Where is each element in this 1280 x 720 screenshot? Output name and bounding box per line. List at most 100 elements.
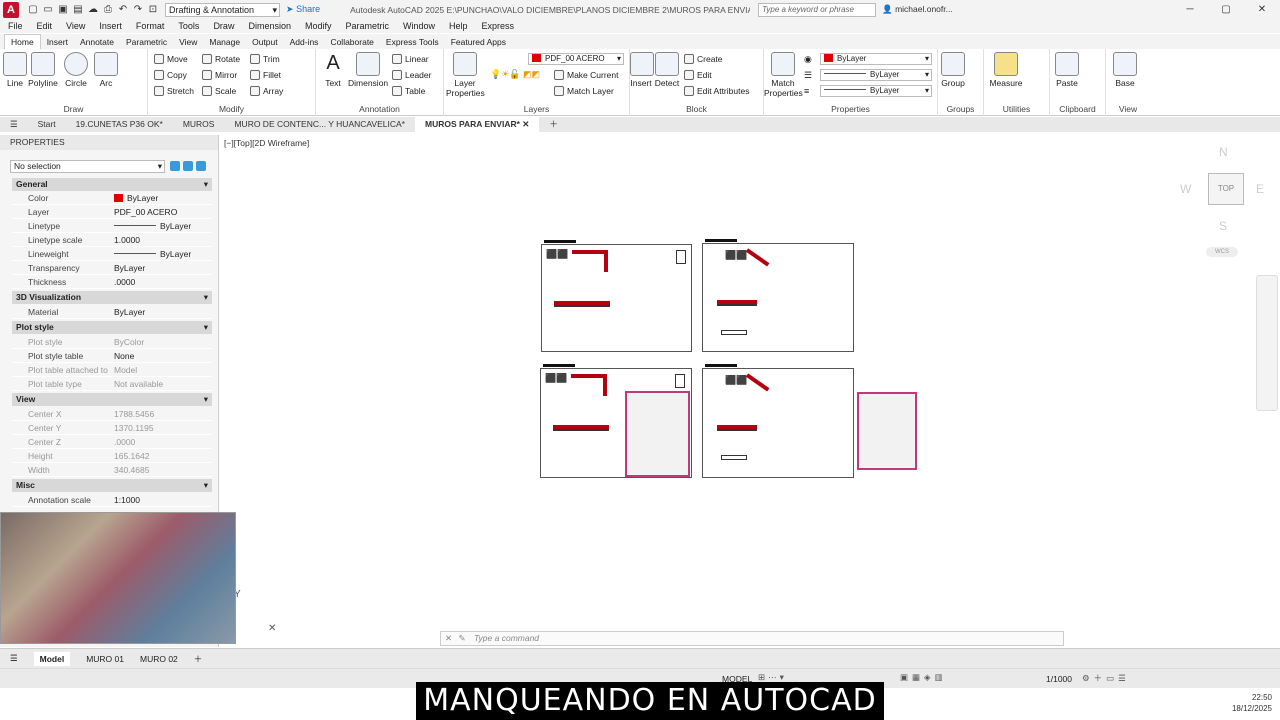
- line-button[interactable]: Line: [2, 52, 28, 88]
- prop-row[interactable]: Linetype scale 1.0000: [12, 233, 212, 247]
- prop-row[interactable]: Plot style ByColor: [12, 335, 212, 349]
- minimize-button[interactable]: ─: [1172, 0, 1208, 19]
- stretch-button[interactable]: Stretch: [154, 86, 194, 96]
- print-icon[interactable]: ⎙: [102, 4, 114, 16]
- drawing-sheet[interactable]: ⬛⬛: [702, 364, 854, 478]
- group-plot-style[interactable]: Plot style: [12, 321, 212, 334]
- compass-south[interactable]: S: [1219, 219, 1227, 233]
- wcs-menu[interactable]: WCS: [1206, 247, 1238, 257]
- tab-parametric[interactable]: Parametric: [120, 35, 173, 49]
- new-tab-button[interactable]: ＋: [539, 117, 568, 132]
- view-panel-label[interactable]: View: [1106, 104, 1150, 114]
- tab-view[interactable]: View: [173, 35, 203, 49]
- base-view-button[interactable]: Base: [1112, 52, 1138, 88]
- edit-block-button[interactable]: Edit: [684, 70, 712, 80]
- tab-output[interactable]: Output: [246, 35, 284, 49]
- menu-tools[interactable]: Tools: [178, 21, 199, 31]
- menu-dimension[interactable]: Dimension: [248, 21, 291, 31]
- help-search-input[interactable]: Type a keyword or phrase: [758, 2, 877, 17]
- file-tab-cunetas[interactable]: 19.CUNETAS P36 OK*: [66, 117, 173, 132]
- group-3d-visualization[interactable]: 3D Visualization: [12, 291, 212, 304]
- group-button[interactable]: Group: [940, 52, 966, 88]
- insert-block-button[interactable]: Insert: [630, 52, 654, 88]
- file-tab-muros[interactable]: MUROS: [173, 117, 225, 132]
- trim-button[interactable]: Trim: [250, 54, 280, 64]
- save-as-icon[interactable]: ▤: [72, 4, 84, 16]
- drawing-sheet[interactable]: ⬛⬛: [540, 364, 692, 478]
- dimension-button[interactable]: Dimension: [348, 52, 388, 88]
- detect-button[interactable]: Detect: [654, 52, 680, 88]
- layout-tab-model[interactable]: Model: [33, 651, 71, 666]
- menu-window[interactable]: Window: [403, 21, 435, 31]
- menu-edit[interactable]: Edit: [37, 21, 53, 31]
- hamburger-menu-icon[interactable]: ☰: [0, 117, 28, 132]
- compass-west[interactable]: W: [1180, 182, 1191, 196]
- new-file-icon[interactable]: ▢: [27, 4, 39, 16]
- quick-select-icon[interactable]: [196, 161, 206, 171]
- command-customize-icon[interactable]: ✎: [459, 633, 466, 643]
- prop-row[interactable]: Linetype ByLayer: [12, 219, 212, 233]
- rotate-button[interactable]: Rotate: [202, 54, 240, 64]
- prop-row[interactable]: Lineweight ByLayer: [12, 247, 212, 261]
- menu-view[interactable]: View: [66, 21, 85, 31]
- plot-icon[interactable]: ⊡: [147, 4, 159, 16]
- scale-button[interactable]: Scale: [202, 86, 236, 96]
- prop-row[interactable]: Plot style table None: [12, 349, 212, 363]
- make-current-button[interactable]: Make Current: [554, 70, 619, 80]
- fillet-button[interactable]: Fillet: [250, 70, 281, 80]
- share-button[interactable]: ➤ Share: [286, 4, 320, 15]
- menu-modify[interactable]: Modify: [305, 21, 332, 31]
- copy-button[interactable]: Copy: [154, 70, 187, 80]
- measure-button[interactable]: Measure: [988, 52, 1024, 88]
- pdf-underlay-image[interactable]: [625, 391, 690, 477]
- workspace-dropdown[interactable]: Drafting & Annotation: [165, 2, 280, 17]
- select-objects-icon[interactable]: [183, 161, 193, 171]
- properties-ribbon-panel-label[interactable]: Properties: [764, 104, 937, 114]
- menu-format[interactable]: Format: [136, 21, 165, 31]
- status-tools-icon[interactable]: ▣▦◈▥: [900, 672, 947, 683]
- tab-collaborate[interactable]: Collaborate: [324, 35, 379, 49]
- toggle-pickadd-icon[interactable]: [170, 161, 180, 171]
- tab-annotate[interactable]: Annotate: [74, 35, 120, 49]
- close-button[interactable]: ✕: [1244, 0, 1280, 19]
- tab-addins[interactable]: Add-ins: [284, 35, 325, 49]
- menu-file[interactable]: File: [8, 21, 23, 31]
- match-properties-button[interactable]: Match Properties: [764, 52, 803, 98]
- close-command-icon[interactable]: ✕: [445, 633, 452, 643]
- autocad-logo-icon[interactable]: A: [3, 1, 19, 18]
- group-general[interactable]: General: [12, 178, 212, 191]
- menu-parametric[interactable]: Parametric: [346, 21, 390, 31]
- annotation-panel-label[interactable]: Annotation: [316, 104, 443, 114]
- prop-row[interactable]: Thickness .0000: [12, 275, 212, 289]
- prop-row[interactable]: Material ByLayer: [12, 305, 212, 319]
- prop-row[interactable]: Plot table type Not available: [12, 377, 212, 391]
- prop-row[interactable]: Center Y 1370.1195: [12, 421, 212, 435]
- pdf-underlay-image[interactable]: [857, 392, 917, 470]
- file-tab-start[interactable]: Start: [28, 117, 66, 132]
- match-layer-button[interactable]: Match Layer: [554, 86, 614, 96]
- menu-express[interactable]: Express: [482, 21, 515, 31]
- status-settings-icon[interactable]: ⚙＋▭☰: [1082, 672, 1130, 684]
- polyline-button[interactable]: Polyline: [28, 52, 58, 88]
- group-view[interactable]: View: [12, 393, 212, 406]
- navigation-bar[interactable]: [1256, 275, 1278, 411]
- arc-button[interactable]: Arc: [94, 52, 118, 88]
- viewport-controls[interactable]: [−][Top][2D Wireframe]: [224, 138, 309, 148]
- utilities-panel-label[interactable]: Utilities: [984, 104, 1049, 114]
- layout-tab-muro-01[interactable]: MURO 01: [86, 654, 124, 664]
- save-icon[interactable]: ▣: [57, 4, 69, 16]
- redo-icon[interactable]: ↷: [132, 4, 144, 16]
- menu-insert[interactable]: Insert: [99, 21, 122, 31]
- text-button[interactable]: A Text: [320, 52, 346, 88]
- mirror-button[interactable]: Mirror: [202, 70, 237, 80]
- menu-draw[interactable]: Draw: [213, 21, 234, 31]
- layout-menu-icon[interactable]: ☰: [10, 653, 18, 664]
- linear-button[interactable]: Linear: [392, 54, 429, 64]
- selection-dropdown[interactable]: No selection: [10, 160, 165, 173]
- table-button[interactable]: Table: [392, 86, 425, 96]
- move-button[interactable]: Move: [154, 54, 188, 64]
- tab-featured-apps[interactable]: Featured Apps: [445, 35, 512, 49]
- annotation-scale[interactable]: 1/1000: [1046, 674, 1072, 684]
- prop-row[interactable]: Layer PDF_00 ACERO: [12, 205, 212, 219]
- leader-button[interactable]: Leader: [392, 70, 431, 80]
